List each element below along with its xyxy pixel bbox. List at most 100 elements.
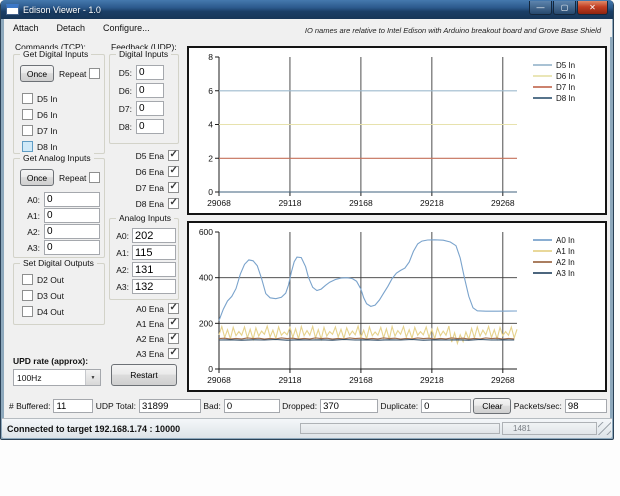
titlebar[interactable]: Edison Viewer - 1.0 — ▢ ✕ <box>1 0 613 19</box>
get-analog-inputs-title: Get Analog Inputs <box>20 153 94 163</box>
get-analog-repeat-label: Repeat <box>59 172 87 183</box>
fb-a3-field[interactable] <box>132 279 176 294</box>
fb-a3-label: A3: <box>116 281 129 292</box>
svg-text:29118: 29118 <box>278 375 301 385</box>
d8-in-checkbox[interactable] <box>22 141 33 152</box>
buffered-field[interactable] <box>53 399 94 413</box>
digital-chart-panel: 0 2 4 6 8 29068 29118 29168 29218 29268 D5 In D6 In… <box>187 46 607 215</box>
io-note: IO names are relative to Intel Edison wi… <box>304 26 601 35</box>
svg-text:4: 4 <box>208 120 213 130</box>
upd-rate-label: UPD rate (approx): <box>13 356 89 366</box>
svg-text:29268: 29268 <box>491 198 515 208</box>
fb-a1-label: A1: <box>116 247 129 258</box>
fb-d8-label: D8: <box>118 121 132 132</box>
close-button[interactable]: ✕ <box>577 0 608 15</box>
connection-status: Connected to target 192.168.1.74 : 10000 <box>7 423 181 434</box>
cmd-a3-field[interactable] <box>44 240 100 255</box>
fb-a0-label: A0: <box>116 230 129 241</box>
fb-d8-field[interactable] <box>136 119 164 134</box>
d4-out-checkbox[interactable] <box>22 306 33 317</box>
svg-text:29068: 29068 <box>207 375 231 385</box>
d4-out-label: D4 Out <box>37 306 64 317</box>
svg-text:29218: 29218 <box>420 375 444 385</box>
statusbar: Connected to target 192.168.1.74 : 10000… <box>2 418 612 438</box>
get-digital-inputs-group: Get Digital Inputs Once Repeat D5 In D6 … <box>13 49 105 154</box>
dropped-label: Dropped: <box>282 401 318 411</box>
feedback-analog-group: Analog Inputs A0: A1: A2: A3: <box>109 213 179 300</box>
d7-ena-label: D7 Ena <box>135 182 164 193</box>
dropped-field[interactable] <box>320 399 379 413</box>
window-title: Edison Viewer - 1.0 <box>23 4 101 15</box>
a3-ena-checkbox[interactable] <box>168 347 179 359</box>
digital-chart: 0 2 4 6 8 29068 29118 29168 29218 29268 D5 In D6 In… <box>189 48 605 213</box>
fb-d5-field[interactable] <box>136 65 164 80</box>
svg-text:29118: 29118 <box>278 198 301 208</box>
fb-d7-field[interactable] <box>136 101 164 116</box>
menu-detach[interactable]: Detach <box>48 21 95 35</box>
a1-ena-label: A1 Ena <box>136 318 164 329</box>
udp-total-label: UDP Total: <box>95 401 137 411</box>
fb-a2-field[interactable] <box>132 262 176 277</box>
resize-grip-icon[interactable] <box>598 422 611 435</box>
svg-text:D6 In: D6 In <box>556 72 575 81</box>
cmd-a0-field[interactable] <box>44 192 100 207</box>
fb-d7-label: D7: <box>118 103 132 114</box>
d2-out-checkbox[interactable] <box>22 274 33 285</box>
svg-text:A2 In: A2 In <box>556 258 575 267</box>
packets-label: Packets/sec: <box>513 401 562 411</box>
d8-ena-checkbox[interactable] <box>168 197 179 209</box>
upd-rate-value: 100Hz <box>17 372 42 383</box>
set-digital-outputs-title: Set Digital Outputs <box>20 258 97 268</box>
feedback-digital-title: Digital Inputs <box>116 49 172 59</box>
get-digital-repeat-label: Repeat <box>59 68 87 79</box>
svg-text:29168: 29168 <box>349 375 373 385</box>
svg-text:200: 200 <box>199 318 213 328</box>
svg-text:D7 In: D7 In <box>556 83 575 92</box>
duplicate-field[interactable] <box>421 399 472 413</box>
d7-in-label: D7 In <box>37 125 58 136</box>
d8-in-label: D8 In <box>37 141 58 152</box>
d3-out-checkbox[interactable] <box>22 290 33 301</box>
fb-a0-field[interactable] <box>132 228 176 243</box>
cmd-a1-field[interactable] <box>44 208 100 223</box>
d6-ena-label: D6 Ena <box>135 166 164 177</box>
get-analog-repeat-checkbox[interactable] <box>89 172 101 183</box>
d7-ena-checkbox[interactable] <box>168 181 179 193</box>
udp-total-field[interactable] <box>139 399 202 413</box>
status-progress-track <box>300 423 500 434</box>
svg-text:6: 6 <box>208 86 213 96</box>
get-digital-repeat-checkbox[interactable] <box>89 68 101 79</box>
restart-button[interactable]: Restart <box>111 364 177 386</box>
d5-in-checkbox[interactable] <box>22 93 33 104</box>
clear-button[interactable]: Clear <box>473 398 512 414</box>
d6-ena-checkbox[interactable] <box>168 165 179 177</box>
status-counter: 1481 <box>502 422 597 435</box>
a1-ena-checkbox[interactable] <box>168 317 179 329</box>
svg-text:2: 2 <box>208 153 213 163</box>
analog-chart: 0 200 400 600 29068 29118 29168 29218 29268 A0 In… <box>189 223 605 390</box>
cmd-a2-field[interactable] <box>44 224 100 239</box>
cmd-a0-label: A0: <box>27 194 40 205</box>
d7-in-checkbox[interactable] <box>22 125 33 136</box>
bad-field[interactable] <box>223 399 280 413</box>
menu-configure[interactable]: Configure... <box>94 21 159 35</box>
a2-ena-label: A2 Ena <box>136 333 164 344</box>
fb-d6-field[interactable] <box>136 83 164 98</box>
bad-label: Bad: <box>203 401 221 411</box>
upd-rate-dropdown[interactable]: 100Hz ▼ <box>13 369 101 386</box>
get-analog-once-button[interactable]: Once <box>20 169 54 186</box>
a0-ena-checkbox[interactable] <box>168 302 179 314</box>
svg-text:D8 In: D8 In <box>556 94 575 103</box>
fb-a1-field[interactable] <box>132 245 176 260</box>
svg-text:A3 In: A3 In <box>556 269 575 278</box>
minimize-button[interactable]: — <box>529 0 552 15</box>
app-window: Edison Viewer - 1.0 — ▢ ✕ Attach Detach … <box>0 0 614 440</box>
buffered-label: # Buffered: <box>9 401 51 411</box>
packets-field[interactable] <box>564 399 607 413</box>
get-digital-once-button[interactable]: Once <box>20 65 54 82</box>
d5-ena-checkbox[interactable] <box>168 149 179 161</box>
a2-ena-checkbox[interactable] <box>168 332 179 344</box>
maximize-button[interactable]: ▢ <box>553 0 576 15</box>
d6-in-checkbox[interactable] <box>22 109 33 120</box>
menu-attach[interactable]: Attach <box>4 21 48 35</box>
